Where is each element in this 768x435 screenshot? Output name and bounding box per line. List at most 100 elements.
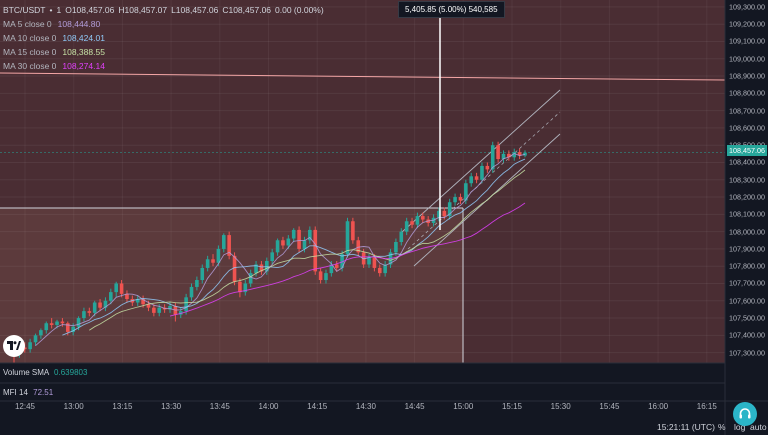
interval[interactable]: 1 bbox=[56, 3, 61, 17]
price-tick-label: 108,600.00 bbox=[729, 123, 765, 133]
ohlc-close: C108,457.06 bbox=[222, 5, 272, 15]
candle-body bbox=[474, 176, 479, 180]
price-tick-label: 107,300.00 bbox=[729, 348, 765, 358]
price-tick-label: 108,100.00 bbox=[729, 209, 765, 219]
ma-15-row[interactable]: MA 15 close 0 108,388.55 bbox=[0, 45, 327, 59]
candle-body bbox=[82, 311, 86, 319]
ohlc-low: L108,457.06 bbox=[171, 5, 219, 15]
time-tick-label: 14:30 bbox=[355, 402, 376, 411]
ma-10-value: 108,424.01 bbox=[62, 33, 105, 43]
time-axis[interactable]: 12:45 13:00 13:15 13:30 13:45 14:00 14:15 14:30… bbox=[0, 402, 725, 416]
candle-body bbox=[60, 321, 65, 324]
candle-body bbox=[415, 216, 420, 225]
candle-body bbox=[286, 238, 291, 246]
candle-body bbox=[189, 286, 194, 298]
candle-body bbox=[399, 231, 404, 242]
time-tick-label: 15:45 bbox=[599, 402, 620, 411]
price-tick-label: 109,200.00 bbox=[729, 19, 765, 29]
ohlc-open: O108,457.06 bbox=[65, 5, 115, 15]
time-tick-label: 14:00 bbox=[258, 402, 279, 411]
volume-sma-label: Volume SMA bbox=[3, 368, 49, 377]
candle-body bbox=[33, 335, 38, 343]
time-tick-label: 15:15 bbox=[501, 402, 523, 411]
time-tick-label: 13:00 bbox=[63, 402, 84, 411]
price-tick-label: 108,300.00 bbox=[729, 175, 765, 185]
candle-body bbox=[291, 229, 296, 239]
price-tick-label: 107,700.00 bbox=[729, 278, 765, 288]
symbol-title[interactable]: BTC/USDT bbox=[3, 3, 46, 17]
price-tick-label: 107,600.00 bbox=[729, 296, 765, 306]
mfi-value: 72.51 bbox=[33, 388, 54, 397]
candle-body bbox=[211, 259, 215, 263]
time-tick-label: 16:00 bbox=[648, 402, 669, 411]
candle-body bbox=[523, 152, 527, 156]
price-tick-label: 109,300.00 bbox=[729, 2, 765, 12]
price-tick-label: 108,200.00 bbox=[729, 192, 765, 202]
candle-body bbox=[205, 259, 210, 268]
candle-body bbox=[480, 165, 484, 180]
price-tick-label: 108,700.00 bbox=[729, 106, 765, 116]
candle-body bbox=[195, 280, 199, 287]
legend: BTC/USDT • 1 O108,457.06 H108,457.07 L10… bbox=[0, 3, 327, 73]
candle-body bbox=[28, 342, 32, 350]
help-button[interactable] bbox=[733, 402, 757, 426]
candle-body bbox=[377, 267, 382, 274]
candle-body bbox=[453, 197, 457, 203]
mfi-label: MFI 14 bbox=[3, 388, 28, 397]
tradingview-logo-icon bbox=[7, 341, 21, 350]
time-tick-label: 16:15 bbox=[696, 402, 717, 411]
candle-body bbox=[221, 235, 226, 249]
candle-body bbox=[275, 240, 280, 253]
tradingview-logo[interactable] bbox=[3, 335, 25, 357]
candle-body bbox=[109, 292, 113, 301]
ma-30-label: MA 30 close 0 bbox=[3, 61, 57, 71]
candle-body bbox=[469, 176, 474, 184]
candle-body bbox=[324, 273, 328, 281]
candle-body bbox=[184, 297, 188, 312]
candle-body bbox=[334, 264, 339, 268]
ma-10-row[interactable]: MA 10 close 0 108,424.01 bbox=[0, 31, 327, 45]
volume-sma-value: 0.639803 bbox=[54, 368, 88, 377]
candle-body bbox=[410, 221, 414, 225]
candle-body bbox=[270, 252, 274, 262]
candle-body bbox=[302, 240, 307, 249]
candle-body bbox=[55, 321, 59, 325]
candle-body bbox=[157, 307, 162, 313]
ohlc-change: 0.00 (0.00%) bbox=[275, 5, 324, 15]
symbol-row[interactable]: BTC/USDT • 1 O108,457.06 H108,457.07 L10… bbox=[0, 3, 327, 17]
candle-body bbox=[485, 165, 490, 170]
candle-body bbox=[248, 273, 253, 284]
price-tick-label: 108,000.00 bbox=[729, 227, 765, 237]
candle-body bbox=[238, 281, 242, 293]
price-axis[interactable]: 109,300.00 109,200.00 109,100.00 109,000.00… bbox=[725, 0, 768, 363]
candle-body bbox=[496, 145, 500, 160]
candle-body bbox=[345, 221, 350, 255]
volume-sma-legend[interactable]: Volume SMA 0.639803 bbox=[3, 368, 87, 377]
ohlc-high: H108,457.07 bbox=[118, 5, 168, 15]
last-price-badge: 108,457.06 bbox=[727, 145, 767, 156]
time-tick-label: 14:15 bbox=[307, 402, 328, 411]
candle-body bbox=[76, 318, 81, 327]
headset-icon bbox=[739, 408, 751, 419]
candle-body bbox=[92, 302, 97, 313]
ma-30-value: 108,274.14 bbox=[62, 61, 105, 71]
candle-body bbox=[404, 221, 409, 232]
auto-toggle[interactable]: auto bbox=[750, 422, 767, 432]
mfi-legend[interactable]: MFI 14 72.51 bbox=[3, 388, 53, 397]
candle-body bbox=[216, 248, 221, 263]
time-tick-label: 13:30 bbox=[161, 402, 182, 411]
ma-30-row[interactable]: MA 30 close 0 108,274.14 bbox=[0, 59, 327, 73]
ma-5-value: 108,444.80 bbox=[57, 19, 101, 29]
candle-body bbox=[394, 242, 398, 253]
clock[interactable]: 15:21:11 (UTC) bbox=[657, 422, 715, 432]
percent-toggle[interactable]: % bbox=[718, 422, 726, 432]
price-tick-label: 108,900.00 bbox=[729, 71, 765, 81]
time-tick-label: 13:15 bbox=[112, 402, 133, 411]
measure-tooltip: 5,405.85 (5.00%) 540,585 bbox=[398, 1, 505, 18]
candle-body bbox=[114, 283, 118, 293]
ma-10-label: MA 10 close 0 bbox=[3, 33, 57, 43]
time-tick-label: 12:45 bbox=[14, 402, 36, 411]
candle-body bbox=[232, 255, 237, 282]
ma-5-row[interactable]: MA 5 close 0 108,444.80 bbox=[0, 17, 327, 31]
sub-pane-bg bbox=[0, 363, 725, 401]
